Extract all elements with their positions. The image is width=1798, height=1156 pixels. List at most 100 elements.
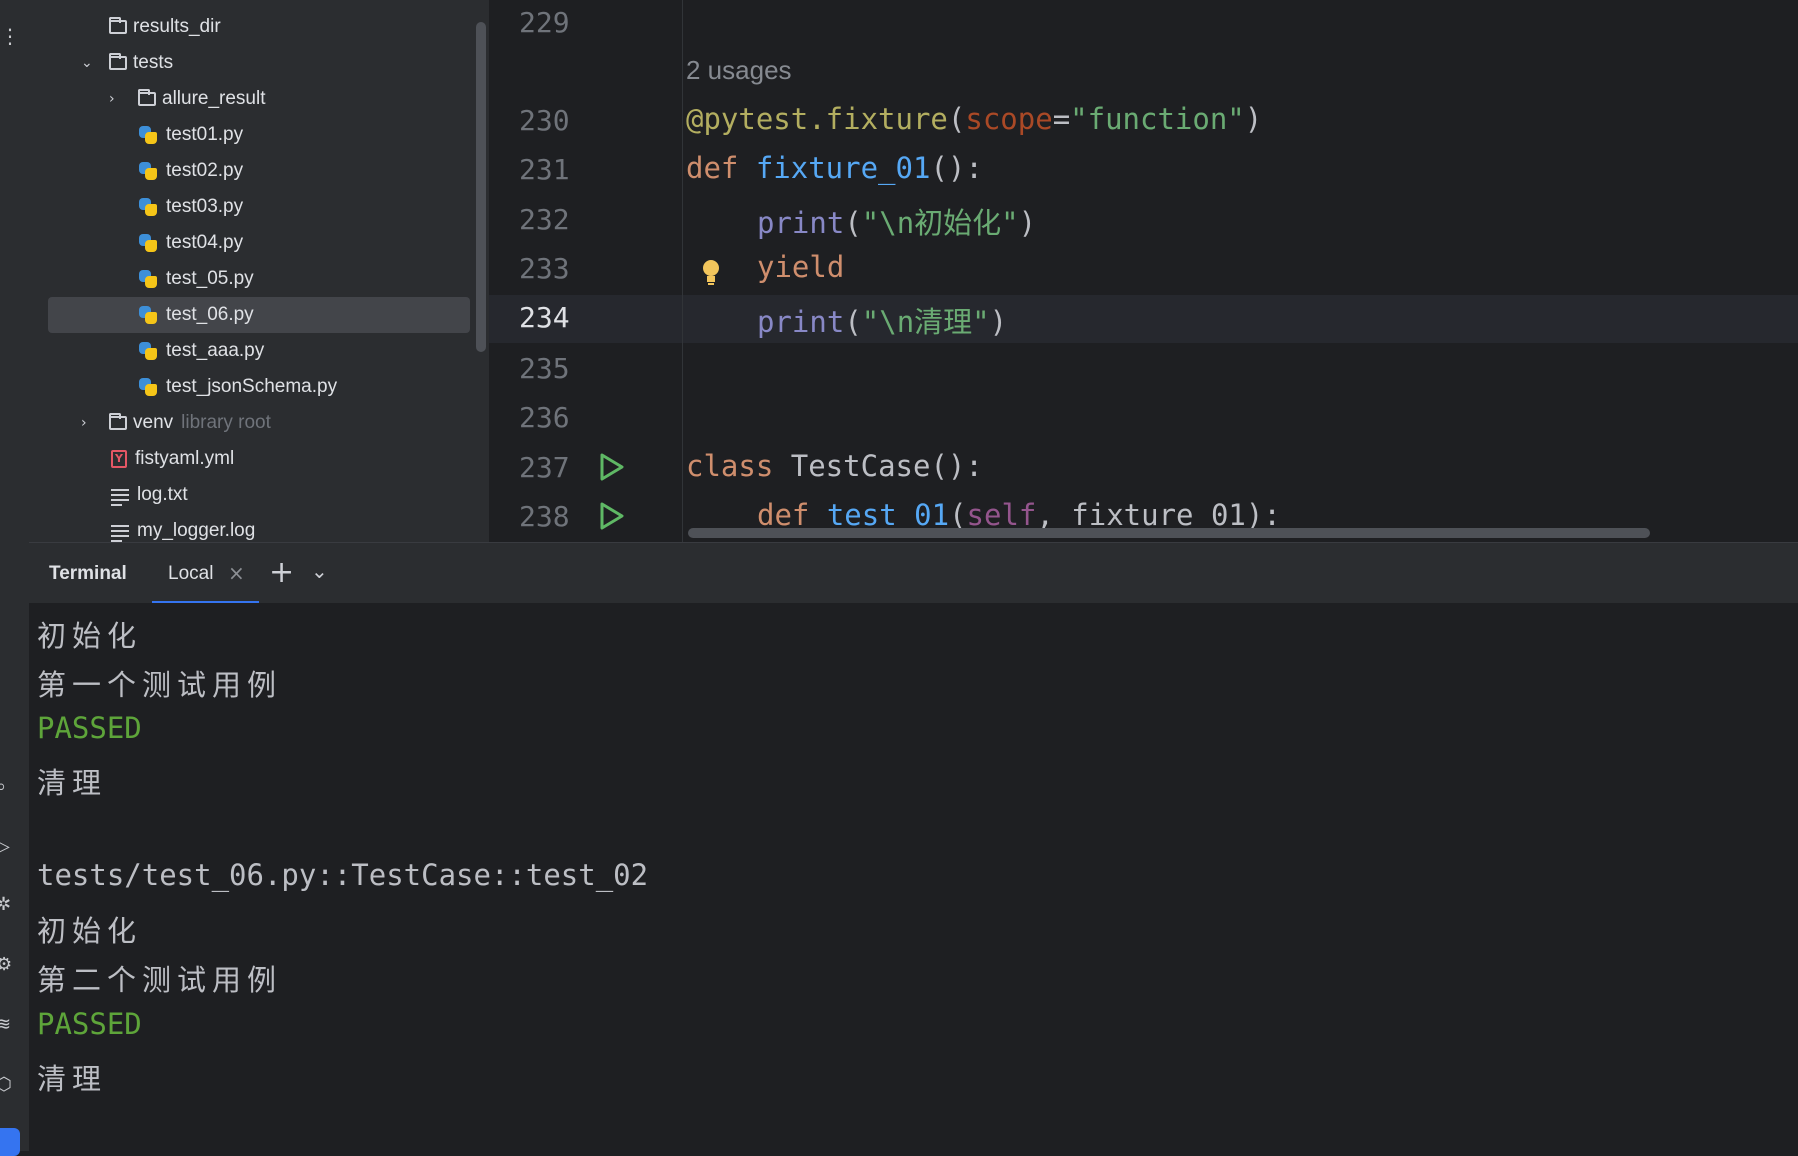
terminal-output[interactable]: 初始化 第一个测试用例 PASSED 清理 tests/test_06.py::… [29,603,1798,1151]
tree-item-test02[interactable]: test02.py [29,154,489,188]
tree-item-test-aaa[interactable]: test_aaa.py [29,334,489,368]
editor-horizontal-scrollbar[interactable] [688,528,1650,538]
code-token: (): [930,449,983,483]
code-token: test_01 [826,498,950,532]
folder-icon [109,17,127,34]
tree-item-label: log.txt [137,484,188,505]
code-token: print [757,206,845,240]
code-token: fixture_01 [755,151,931,185]
code-line-233[interactable]: yield [757,250,844,284]
terminal-line: tests/test_06.py::TestCase::test_02 [37,858,649,892]
terminal-line: 初始化 [37,914,143,948]
python-file-icon [138,197,158,217]
new-tab-button[interactable]: + [269,555,294,590]
code-token: scope [965,102,1053,136]
tree-item-test04[interactable]: test04.py [29,226,489,260]
terminal-line: 初始化 [37,619,143,653]
tree-item-fistyaml[interactable]: Y fistyaml.yml [29,442,489,476]
code-editor[interactable]: 229 2 usages 230 @pytest.fixture(scope="… [489,0,1798,542]
terminal-line: 第一个测试用例 [37,668,283,702]
tree-item-label: test_05.py [166,268,254,289]
code-token: , fixture_01): [1036,498,1281,532]
code-line-237[interactable]: class TestCase(): [686,449,983,483]
tree-item-tests[interactable]: ⌄ tests [29,46,489,80]
services-icon[interactable]: ⬡ [0,1076,14,1094]
more-icon[interactable]: ⋮ [0,24,20,48]
project-tree: results_dir ⌄ tests › allure_result test… [29,0,489,542]
lightbulb-icon[interactable] [700,258,722,288]
tree-item-results-dir[interactable]: results_dir [29,10,489,44]
tree-item-label: test01.py [166,124,244,145]
code-token: yield [757,250,845,284]
code-line-230[interactable]: @pytest.fixture(scope="function") [686,102,1262,136]
terminal-line-passed: PASSED [37,1007,142,1041]
tree-item-allure-result[interactable]: › allure_result [29,82,489,116]
tree-item-test01[interactable]: test01.py [29,118,489,152]
code-token: ( [947,102,966,136]
tab-label: Local [168,563,214,584]
tab-local[interactable]: Local × [152,543,259,604]
run-icon[interactable]: ▷ [0,838,14,856]
code-line-231[interactable]: def fixture_01(): [686,151,983,185]
chevron-right-icon[interactable]: › [81,416,95,430]
gutter-separator [682,0,683,542]
python-console-icon[interactable]: ⚙ [0,956,14,974]
close-icon[interactable]: × [228,561,245,585]
code-token: ( [844,206,862,240]
python-file-icon [138,233,158,253]
text-file-icon [111,523,129,542]
tree-item-test-05[interactable]: test_05.py [29,262,489,296]
chevron-down-icon[interactable]: ⌄ [311,559,328,583]
current-line-highlight [489,295,1798,343]
code-line-234[interactable]: print("\n清理") [757,299,1007,341]
tree-item-label: test03.py [166,196,244,217]
python-file-icon [138,377,158,397]
line-number: 233 [519,252,570,285]
search-icon[interactable]: ⌕ [0,778,14,796]
tree-item-label: test_06.py [166,304,254,325]
folder-icon [109,413,127,430]
line-number: 234 [519,301,570,334]
code-token: ) [989,305,1008,339]
tree-item-test03[interactable]: test03.py [29,190,489,224]
tree-item-label: tests [133,52,174,73]
line-number: 232 [519,203,570,236]
folder-icon [109,53,127,70]
tree-item-label: test_aaa.py [166,340,265,361]
library-root-hint: library root [181,412,271,433]
usages-hint[interactable]: 2 usages [686,55,792,86]
line-number: 229 [519,6,570,39]
python-file-icon [138,269,158,289]
code-token: ) [1018,206,1037,240]
tree-item-test-06[interactable]: test_06.py [29,298,489,332]
tree-item-my-logger[interactable]: my_logger.log [29,514,489,542]
code-token: "\n清理" [861,305,990,339]
run-gutter-icon[interactable] [599,502,625,530]
tree-item-label: venv [133,412,174,433]
chevron-down-icon[interactable]: ⌄ [81,56,95,70]
code-token: TestCase [790,449,931,483]
run-gutter-icon[interactable] [599,453,625,481]
code-token: def [686,151,756,185]
tree-item-label: test04.py [166,232,244,253]
layers-icon[interactable]: ≋ [0,1016,14,1034]
folder-icon [138,89,156,106]
tree-item-label: test_jsonSchema.py [166,376,338,397]
chevron-right-icon[interactable]: › [109,92,123,106]
code-token: self [966,498,1037,532]
line-number: 236 [519,401,570,434]
python-file-icon [138,161,158,181]
debug-icon[interactable]: ✲ [0,896,14,914]
terminal-line-passed: PASSED [37,711,142,745]
code-token: @pytest.fixture [686,102,948,136]
terminal-tool-icon[interactable] [0,1128,20,1156]
tree-item-venv[interactable]: › venv library root [29,406,489,440]
code-line-232[interactable]: print("\n初始化") [757,200,1036,242]
tool-window-strip: ⋮ ⌕ ▷ ✲ ⚙ ≋ ⬡ [0,0,29,1156]
code-line-238[interactable]: def test_01(self, fixture_01): [757,498,1281,532]
terminal-line: 清理 [37,766,108,800]
tree-item-test-jsonschema[interactable]: test_jsonSchema.py [29,370,489,404]
tree-scrollbar[interactable] [476,22,486,352]
code-token: ( [949,498,967,532]
tree-item-log-txt[interactable]: log.txt [29,478,489,512]
